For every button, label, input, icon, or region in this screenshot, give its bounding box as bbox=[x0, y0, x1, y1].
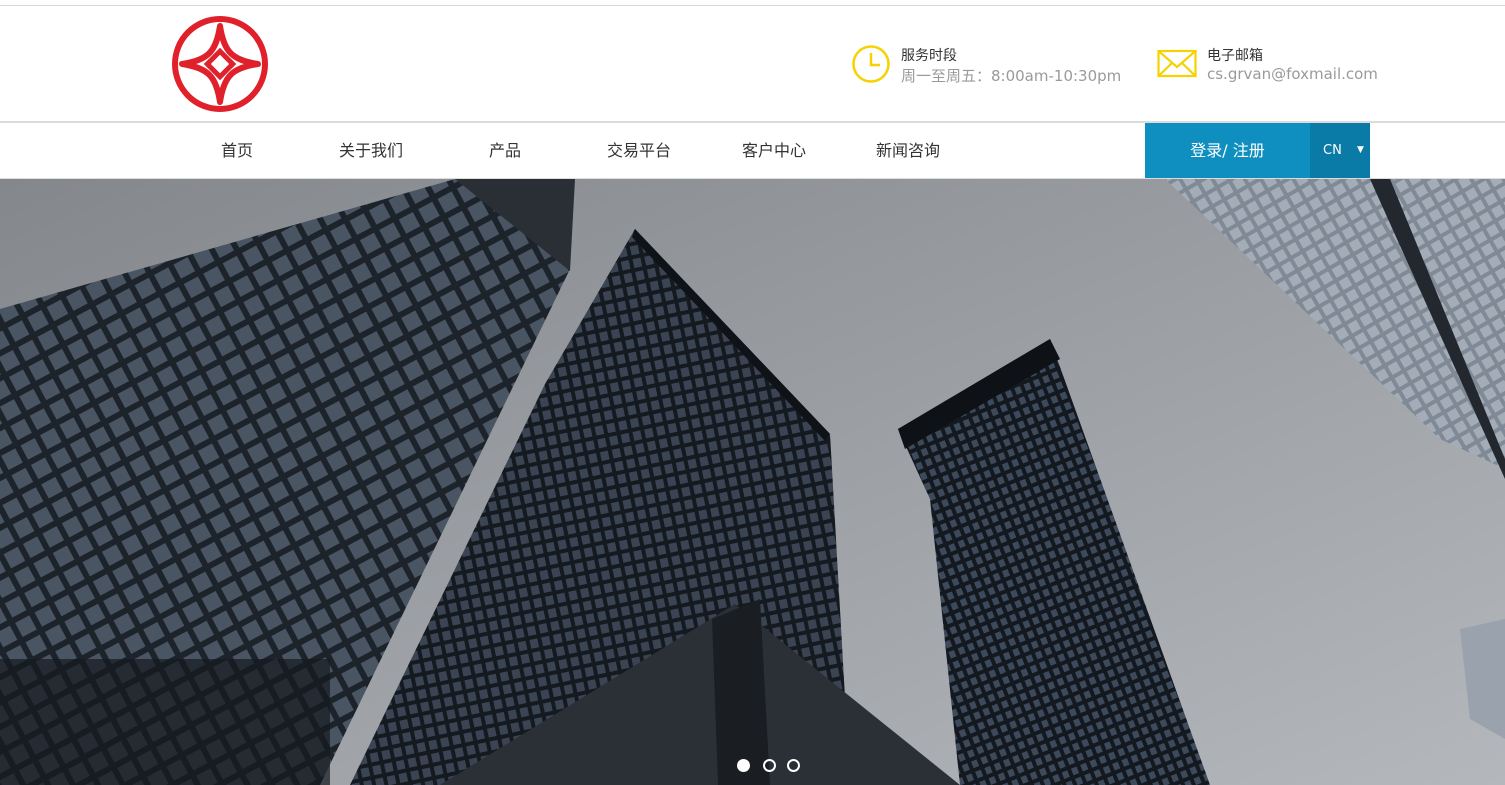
service-hours-title: 服务时段 bbox=[901, 48, 957, 64]
carousel-dot-3[interactable] bbox=[787, 759, 800, 772]
nav-item-products[interactable]: 产品 bbox=[480, 123, 530, 178]
nav-item-trading-platform[interactable]: 交易平台 bbox=[598, 123, 680, 178]
contact-email-title: 电子邮箱 bbox=[1207, 48, 1263, 64]
caret-down-icon: ▼ bbox=[1357, 145, 1364, 155]
skyscrapers-image bbox=[0, 179, 1505, 785]
nav-item-news[interactable]: 新闻咨询 bbox=[867, 123, 949, 178]
contact-email: 电子邮箱 cs.grvan@foxmail.com bbox=[1157, 44, 1378, 84]
hero-banner[interactable] bbox=[0, 179, 1505, 785]
language-selector[interactable]: CN ▼ bbox=[1310, 123, 1370, 178]
service-hours: 服务时段 周一至周五：8:00am-10:30pm bbox=[851, 44, 1122, 85]
nav-item-about[interactable]: 关于我们 bbox=[330, 123, 412, 178]
main-nav: 首页 关于我们 产品 交易平台 客户中心 新闻咨询 登录/ 注册 CN ▼ bbox=[0, 121, 1505, 179]
site-header: 服务时段 周一至周五：8:00am-10:30pm 电子邮箱 cs.grvan@… bbox=[0, 6, 1505, 121]
logo-emblem-icon bbox=[172, 16, 268, 112]
clock-icon bbox=[852, 45, 890, 83]
carousel-dot-2[interactable] bbox=[763, 759, 776, 772]
company-logo[interactable] bbox=[170, 16, 270, 112]
carousel-dot-1[interactable] bbox=[737, 759, 750, 772]
contact-email-value[interactable]: cs.grvan@foxmail.com bbox=[1207, 65, 1378, 83]
login-register-button[interactable]: 登录/ 注册 bbox=[1145, 123, 1310, 178]
carousel-pagination bbox=[737, 759, 807, 773]
mail-icon bbox=[1157, 49, 1197, 78]
language-label: CN bbox=[1323, 143, 1342, 158]
service-hours-value: 周一至周五：8:00am-10:30pm bbox=[901, 67, 1122, 85]
nav-item-client-center[interactable]: 客户中心 bbox=[733, 123, 815, 178]
nav-item-home[interactable]: 首页 bbox=[212, 123, 262, 178]
